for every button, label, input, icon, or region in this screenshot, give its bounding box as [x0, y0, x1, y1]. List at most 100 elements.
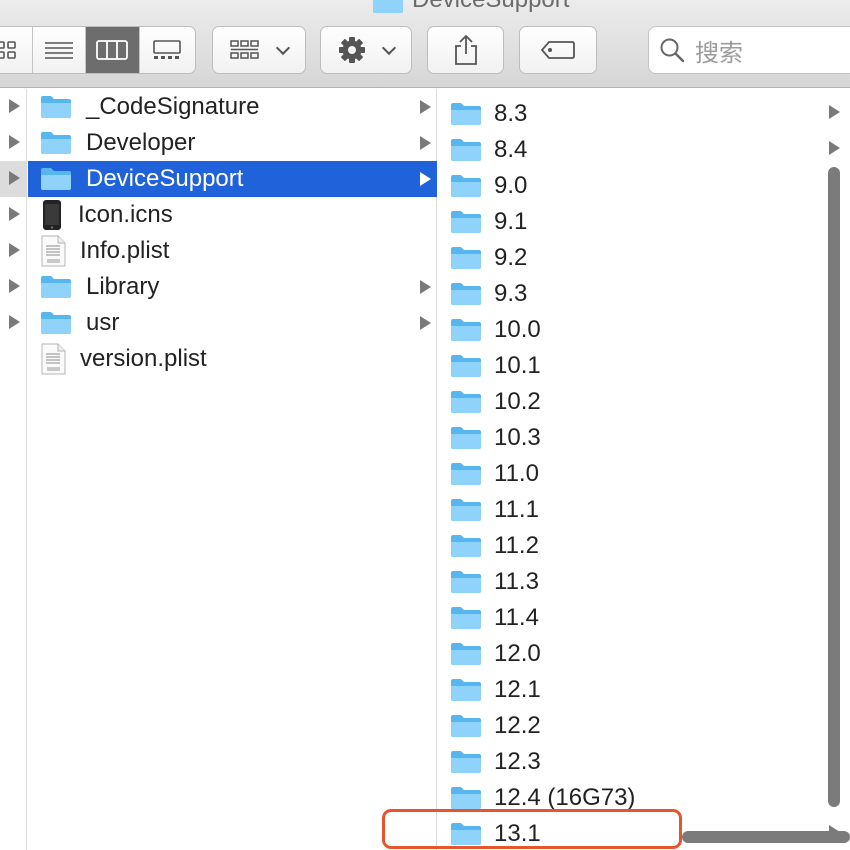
disclosure-arrow-icon[interactable] — [9, 315, 20, 329]
list-item[interactable]: 12.3 — [438, 744, 850, 780]
disclosure-arrow-icon — [420, 316, 431, 330]
disclosure-arrow-icon — [420, 172, 431, 186]
share-button[interactable] — [427, 26, 504, 74]
search-field[interactable]: 搜索 — [648, 26, 850, 74]
list-icon — [44, 42, 73, 59]
item-label: Info.plist — [80, 237, 170, 264]
share-icon — [454, 34, 477, 65]
list-item[interactable]: 10.2 — [438, 384, 850, 420]
folder-icon — [41, 96, 71, 118]
chevron-down-icon — [381, 40, 397, 55]
disclosure-arrow-icon[interactable] — [9, 99, 20, 113]
item-label: Library — [86, 273, 160, 300]
list-item[interactable]: 11.0 — [438, 456, 850, 492]
item-label: 10.1 — [494, 352, 541, 379]
list-view-button[interactable] — [33, 27, 87, 73]
folder-icon — [451, 679, 481, 701]
folder-icon — [451, 607, 481, 629]
icon-view-button[interactable] — [0, 27, 33, 73]
folder-icon — [373, 0, 403, 13]
disclosure-arrow-icon[interactable] — [9, 171, 20, 185]
list-item[interactable]: 12.2 — [438, 708, 850, 744]
folder-icon — [41, 312, 71, 334]
gallery-view-button[interactable] — [140, 27, 195, 73]
folder-icon — [451, 463, 481, 485]
plist-document-icon — [41, 235, 66, 267]
item-label: 10.3 — [494, 424, 541, 451]
disclosure-arrow-icon[interactable] — [9, 135, 20, 149]
browser-column-devicesupport[interactable]: 8.3 8.4 9.0 9.1 9.2 9.3 10.0 10.1 10.2 10.3 11.0 11… — [438, 89, 850, 850]
folder-icon — [451, 283, 481, 305]
list-item[interactable]: version.plist — [28, 341, 437, 377]
list-item[interactable]: 10.0 — [438, 312, 850, 348]
list-item[interactable]: 11.4 — [438, 600, 850, 636]
list-item[interactable]: 11.2 — [438, 528, 850, 564]
item-label: 11.0 — [494, 460, 539, 487]
list-item[interactable]: 10.3 — [438, 420, 850, 456]
disclosure-arrow-icon[interactable] — [9, 243, 20, 257]
item-label: 11.3 — [494, 568, 539, 595]
search-placeholder: 搜索 — [695, 39, 743, 67]
item-label: 9.3 — [494, 280, 528, 307]
icon-grid-icon — [0, 41, 17, 59]
folder-icon — [41, 132, 71, 154]
folder-icon — [41, 168, 71, 190]
item-label: version.plist — [80, 345, 207, 372]
item-label: 12.1 — [494, 676, 541, 703]
list-item[interactable]: 9.3 — [438, 276, 850, 312]
list-item[interactable]: 10.1 — [438, 348, 850, 384]
browser-column-contents[interactable]: _CodeSignature Developer DeviceSupport Icon… — [28, 89, 437, 850]
item-label: Developer — [86, 129, 196, 156]
list-item[interactable]: 9.2 — [438, 240, 850, 276]
item-label: 12.2 — [494, 712, 541, 739]
folder-icon — [451, 391, 481, 413]
disclosure-arrow-icon — [420, 100, 431, 114]
group-by-button[interactable] — [212, 26, 306, 74]
tags-button[interactable] — [519, 26, 597, 74]
horizontal-scrollbar[interactable] — [682, 831, 850, 843]
list-item[interactable]: Library — [28, 269, 437, 305]
item-label: 8.4 — [494, 136, 528, 163]
columns-icon — [96, 40, 129, 60]
list-item[interactable]: _CodeSignature — [28, 89, 437, 125]
disclosure-arrow-icon[interactable] — [829, 105, 840, 119]
disclosure-arrow-icon[interactable] — [9, 279, 20, 293]
item-label: 8.3 — [494, 100, 528, 127]
browser-column-parent[interactable] — [0, 89, 27, 850]
list-item[interactable]: 9.1 — [438, 204, 850, 240]
item-label: 12.0 — [494, 640, 541, 667]
list-item[interactable]: Info.plist — [28, 233, 437, 269]
list-item[interactable]: 8.3 — [438, 96, 850, 132]
window-title: DeviceSupport — [372, 0, 569, 14]
vertical-scrollbar[interactable] — [828, 167, 840, 807]
list-item[interactable]: Icon.icns — [28, 197, 437, 233]
folder-icon — [451, 499, 481, 521]
column-view-button[interactable] — [86, 27, 140, 73]
item-label: usr — [86, 309, 120, 336]
list-item[interactable]: 12.0 — [438, 636, 850, 672]
plist-document-icon — [41, 343, 66, 375]
list-item[interactable]: DeviceSupport — [28, 161, 437, 197]
folder-icon — [451, 139, 481, 161]
item-label: 9.0 — [494, 172, 528, 199]
list-item[interactable]: 12.1 — [438, 672, 850, 708]
list-item[interactable]: 9.0 — [438, 168, 850, 204]
list-item[interactable]: usr — [28, 305, 437, 341]
toolbar: DeviceSupport — [0, 0, 850, 88]
list-item[interactable]: 11.3 — [438, 564, 850, 600]
disclosure-arrow-icon[interactable] — [9, 207, 20, 221]
action-menu-button[interactable] — [320, 26, 412, 74]
folder-icon — [451, 535, 481, 557]
list-item[interactable]: 8.4 — [438, 132, 850, 168]
tag-icon — [540, 41, 575, 59]
list-item[interactable]: 11.1 — [438, 492, 850, 528]
item-label: Icon.icns — [78, 201, 173, 228]
view-mode-segmented-control — [0, 26, 196, 74]
item-label: 10.0 — [494, 316, 541, 343]
item-label: 9.1 — [494, 208, 528, 235]
folder-icon — [451, 319, 481, 341]
list-item[interactable]: Developer — [28, 125, 437, 161]
disclosure-arrow-icon[interactable] — [829, 141, 840, 155]
folder-icon — [451, 571, 481, 593]
disclosure-arrow-icon — [420, 136, 431, 150]
